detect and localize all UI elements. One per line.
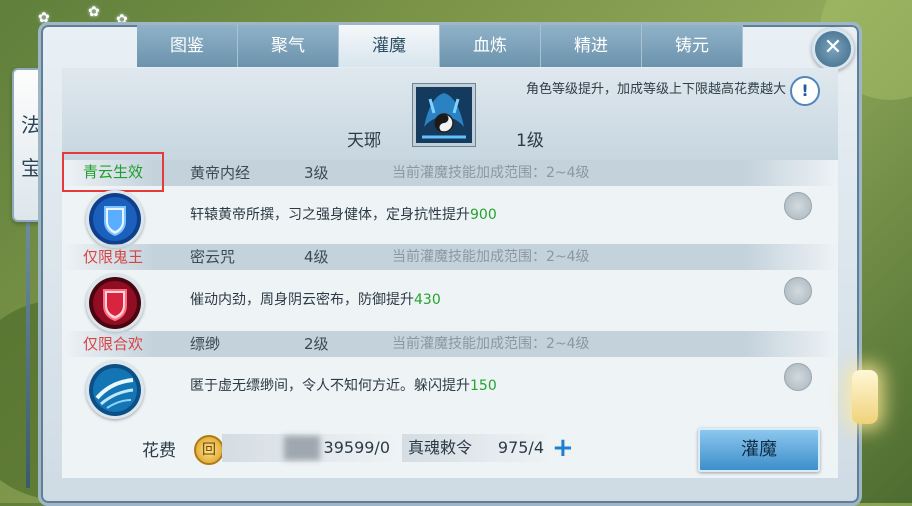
cost-display: 39599/0	[222, 434, 394, 462]
skill-name: 黄帝内经	[190, 164, 251, 182]
skill-condition: 仅限合欢	[82, 335, 143, 353]
coin-icon: 回	[194, 435, 224, 465]
item-name: 真魂敕令	[408, 438, 473, 457]
skill-level: 3级	[304, 164, 329, 182]
content-area: 角色等级提升，加成等级上下限越高花费越大 ! 天琊 1级 青云生效 黄帝内经 3…	[62, 68, 838, 478]
skill-desc-text: 轩辕黄帝所撰，习之强身健体，定身抗性提升	[190, 207, 470, 223]
tab-juqi[interactable]: 聚气	[238, 25, 339, 67]
weapon-level: 1级	[516, 131, 544, 151]
skill-select-radio[interactable]	[784, 192, 812, 220]
skill-desc-text: 匿于虚无缥缈间，令人不知何方近。躲闪提升	[190, 378, 470, 394]
tab-guanmo[interactable]: 灌魔	[339, 25, 440, 67]
skill-description: 匿于虚无缥缈间，令人不知何方近。躲闪提升150	[190, 375, 497, 395]
lantern-icon	[852, 370, 878, 424]
wind-swirl-icon	[86, 361, 144, 419]
tip-text: 角色等级提升，加成等级上下限越高花费越大	[525, 82, 786, 97]
skill-desc-text: 催动内劲，周身阴云密布，防御提升	[190, 292, 414, 308]
weapon-header: 角色等级提升，加成等级上下限越高花费越大 ! 天琊 1级	[62, 68, 838, 160]
blossom-icon: ✿	[88, 4, 100, 20]
blue-shield-icon	[86, 190, 144, 248]
tab-jingjin[interactable]: 精进	[541, 25, 642, 67]
skill-row-header: 仅限合欢 缥缈 2级 当前灌魔技能加成范围：2~4级	[62, 331, 838, 357]
tab-bar: 图鉴 聚气 灌魔 血炼 精进 铸元	[137, 25, 743, 67]
skill-name: 密云咒	[190, 248, 236, 266]
skill-description: 轩辕黄帝所撰，习之强身健体，定身抗性提升900	[190, 204, 497, 224]
skill-condition: 仅限鬼王	[82, 248, 143, 266]
skill-description: 催动内劲，周身阴云密布，防御提升430	[190, 289, 441, 309]
skill-level: 4级	[304, 248, 329, 266]
close-icon[interactable]: ✕	[812, 28, 854, 70]
cost-label: 花费	[142, 441, 176, 461]
skill-select-radio[interactable]	[784, 363, 812, 391]
red-shield-icon	[86, 274, 144, 332]
tab-zhuyuan[interactable]: 铸元	[642, 25, 743, 67]
skill-range: 当前灌魔技能加成范围：2~4级	[392, 249, 590, 265]
skill-row-header: 仅限鬼王 密云咒 4级 当前灌魔技能加成范围：2~4级	[62, 244, 838, 270]
tianya-weapon-icon[interactable]	[413, 84, 475, 146]
skill-row-header: 青云生效 黄帝内经 3级 当前灌魔技能加成范围：2~4级	[62, 152, 838, 192]
add-item-icon[interactable]: +	[552, 434, 574, 462]
cost-value: 39599/0	[323, 438, 390, 457]
skill-name: 缥缈	[190, 335, 221, 353]
info-icon[interactable]: !	[790, 76, 820, 106]
guanmo-button[interactable]: 灌魔	[698, 428, 820, 472]
skill-condition: 青云生效	[62, 152, 164, 192]
cost-footer: 花费 回 39599/0 真魂敕令 975/4 + 灌魔	[62, 426, 838, 478]
item-count: 975/4	[497, 438, 544, 457]
item-display: 真魂敕令 975/4	[402, 434, 548, 462]
side-tassel	[26, 218, 30, 488]
redacted-blur	[284, 436, 320, 460]
weapon-name: 天琊	[347, 131, 381, 151]
tab-tujian[interactable]: 图鉴	[137, 25, 238, 67]
tab-xuelian[interactable]: 血炼	[440, 25, 541, 67]
skill-level: 2级	[304, 335, 329, 353]
skill-value: 430	[414, 292, 441, 308]
skill-value: 900	[470, 207, 497, 223]
skill-select-radio[interactable]	[784, 277, 812, 305]
skill-range: 当前灌魔技能加成范围：2~4级	[392, 165, 590, 181]
skill-range: 当前灌魔技能加成范围：2~4级	[392, 336, 590, 352]
skill-value: 150	[470, 378, 497, 394]
